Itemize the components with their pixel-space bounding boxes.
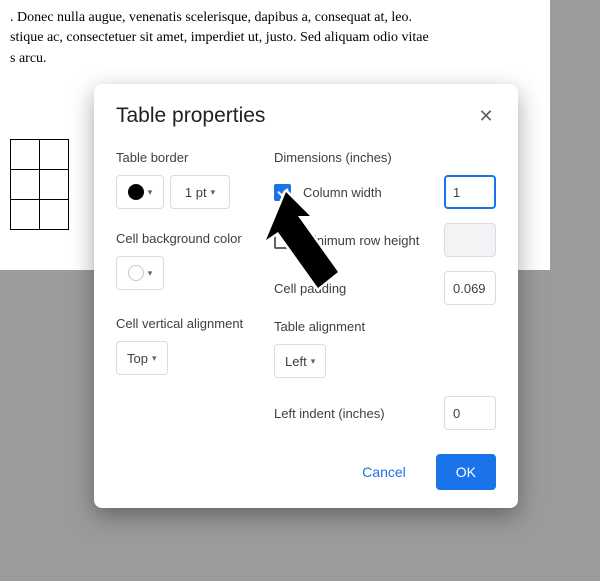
border-width-value: 1 pt: [185, 185, 207, 200]
doc-text-line: stique ac, consectetuer sit amet, imperd…: [10, 30, 429, 45]
chevron-down-icon: ▾: [311, 356, 316, 367]
doc-text-line: s arcu.: [10, 51, 47, 66]
column-width-input[interactable]: [444, 175, 496, 209]
bg-color-picker[interactable]: ▾: [116, 256, 164, 290]
border-width-picker[interactable]: 1 pt ▾: [170, 175, 230, 209]
dimensions-label: Dimensions (inches): [274, 150, 496, 165]
black-swatch-icon: [128, 184, 144, 200]
table-alignment-value: Left: [285, 354, 307, 369]
table-alignment-picker[interactable]: Left ▾: [274, 344, 326, 378]
border-color-picker[interactable]: ▾: [116, 175, 164, 209]
row-height-checkbox[interactable]: [274, 232, 291, 249]
table-properties-dialog: Table properties ✕ Table border ▾ 1 pt ▾…: [94, 84, 518, 508]
close-icon[interactable]: ✕: [476, 107, 496, 125]
valign-picker[interactable]: Top ▾: [116, 341, 168, 375]
table-border-label: Table border: [116, 150, 274, 165]
table-alignment-label: Table alignment: [274, 319, 496, 334]
doc-text-line: . Donec nulla augue, venenatis scelerisq…: [10, 10, 412, 25]
row-height-label: Minimum row height: [303, 233, 444, 248]
cell-bg-label: Cell background color: [116, 231, 274, 246]
document-table[interactable]: [10, 139, 69, 230]
cancel-button[interactable]: Cancel: [342, 454, 426, 490]
valign-value: Top: [127, 351, 148, 366]
chevron-down-icon: ▾: [211, 187, 216, 198]
none-swatch-icon: [128, 265, 144, 281]
cell-padding-label: Cell padding: [274, 281, 444, 296]
dialog-title: Table properties: [116, 104, 265, 128]
left-indent-input[interactable]: [444, 396, 496, 430]
chevron-down-icon: ▾: [152, 353, 157, 364]
cell-padding-input[interactable]: [444, 271, 496, 305]
chevron-down-icon: ▾: [148, 187, 153, 198]
column-width-checkbox[interactable]: [274, 184, 291, 201]
ok-button[interactable]: OK: [436, 454, 496, 490]
cell-valign-label: Cell vertical alignment: [116, 316, 274, 331]
column-width-label: Column width: [303, 185, 444, 200]
chevron-down-icon: ▾: [148, 268, 153, 279]
left-indent-label: Left indent (inches): [274, 406, 444, 421]
row-height-input: [444, 223, 496, 257]
